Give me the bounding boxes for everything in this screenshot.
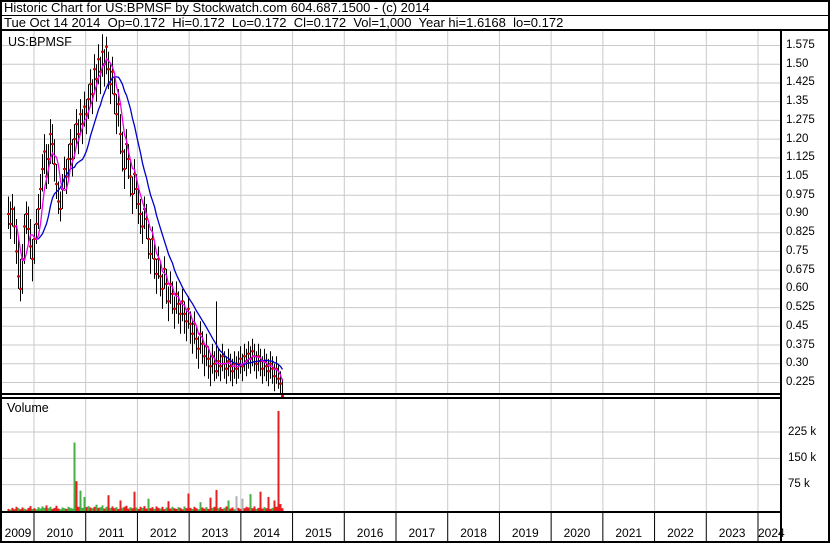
price-axis-label: 0.30	[786, 357, 809, 370]
ma-fast-line	[15, 57, 284, 381]
volume-axis-label: 150 k	[788, 451, 817, 464]
year-label: 2016	[356, 526, 384, 540]
year-label: 2021	[615, 526, 643, 540]
year-label: 2014	[253, 526, 281, 540]
borders-layer	[0, 0, 830, 543]
year-label: 2017	[408, 526, 436, 540]
price-axis-label: 1.275	[786, 113, 815, 126]
volume-bars-layer	[7, 410, 284, 511]
year-label: 2018	[460, 526, 487, 540]
price-axis-label: 1.05	[786, 170, 809, 183]
symbol-label: US:BPMSF	[8, 35, 72, 49]
price-axis-label: 1.125	[786, 151, 815, 164]
price-axis-label: 0.45	[786, 319, 809, 332]
year-label: 2013	[201, 526, 229, 540]
price-axis-label: 0.375	[786, 338, 815, 351]
price-axis-label: 1.50	[786, 57, 809, 70]
price-axis-label: 0.675	[786, 263, 815, 276]
volume-axis-label: 75 k	[788, 478, 810, 491]
price-axis-label: 0.90	[786, 207, 809, 220]
year-label: 2022	[667, 526, 694, 540]
price-axis-label: 1.575	[786, 39, 815, 51]
year-label: 2019	[511, 526, 539, 540]
year-label: 2011	[98, 526, 125, 540]
stock-chart-window: Historic Chart for US:BPMSF by Stockwatc…	[0, 0, 830, 543]
price-axis-label: 0.60	[786, 282, 809, 295]
close-dots-layer	[7, 45, 284, 398]
price-axis-label: 0.225	[786, 375, 815, 388]
year-label: 2020	[563, 526, 591, 540]
price-axis-label: 0.525	[786, 301, 815, 314]
price-axis-label: 1.20	[786, 132, 809, 145]
year-label: 2010	[46, 526, 74, 540]
stock-chart-canvas	[0, 0, 830, 543]
year-label: 2012	[149, 526, 177, 540]
year-label: 2015	[305, 526, 332, 540]
price-axis-label: 0.975	[786, 188, 815, 201]
price-axis-label: 1.425	[786, 76, 815, 89]
price-axis-label: 0.825	[786, 226, 815, 239]
candlesticks-layer	[8, 34, 283, 397]
year-label: 2023	[718, 526, 746, 540]
volume-pane-label: Volume	[7, 401, 49, 415]
year-label: 2009	[4, 526, 32, 540]
year-label: 2024	[757, 526, 785, 540]
price-axis-label: 1.35	[786, 95, 809, 108]
volume-axis-label: 225 k	[788, 425, 817, 438]
price-axis-label: 0.75	[786, 244, 809, 257]
